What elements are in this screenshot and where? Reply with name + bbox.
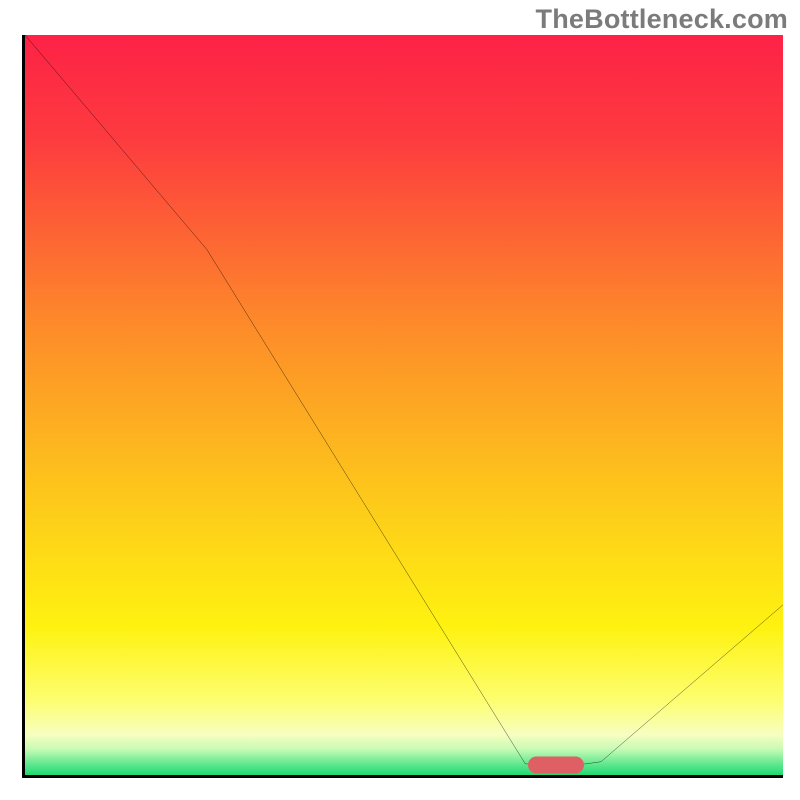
plot-area <box>22 35 783 778</box>
watermark-text: TheBottleneck.com <box>536 4 788 35</box>
optimum-marker <box>528 756 584 773</box>
bottleneck-curve <box>25 35 783 775</box>
chart-stage: TheBottleneck.com <box>0 0 800 800</box>
